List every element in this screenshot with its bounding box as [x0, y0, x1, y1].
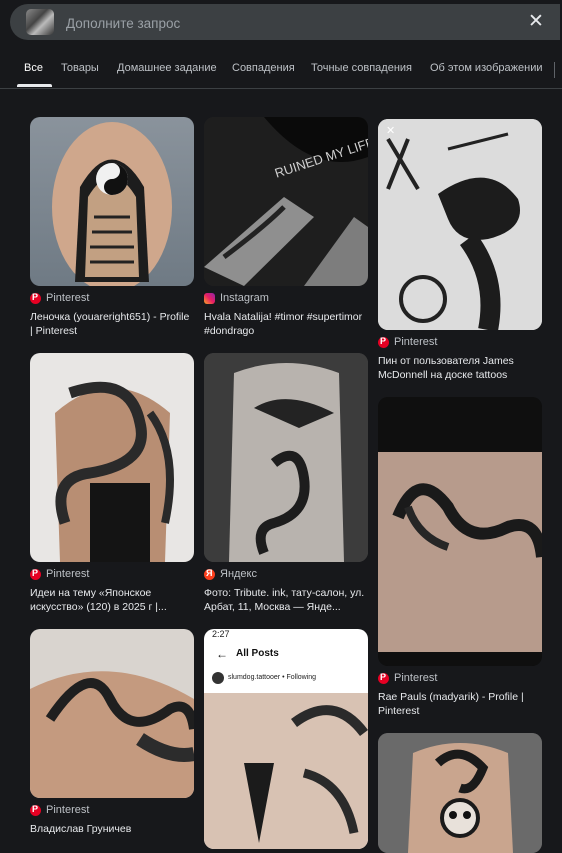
arm-snake-tattoo: [30, 671, 194, 798]
result-image[interactable]: [204, 353, 368, 562]
phone-status-time: 2:27: [212, 629, 230, 639]
back-arrow-icon: ←: [216, 647, 228, 661]
result-image[interactable]: [30, 353, 194, 562]
search-input[interactable]: [64, 4, 488, 42]
result-image[interactable]: 2:27 ← All Posts slumdog.tattooer • Foll…: [204, 629, 368, 849]
back-skull-snake-tattoo: [378, 733, 542, 853]
result-source: Pinterest: [378, 336, 542, 348]
pinterest-icon: [30, 568, 41, 580]
result-source: Pinterest: [30, 292, 194, 304]
result-card[interactable]: Pinterest Идеи на тему «Японское искусст…: [30, 353, 194, 614]
result-image[interactable]: ✕: [378, 119, 542, 330]
result-image[interactable]: [30, 117, 194, 286]
avatar: [212, 672, 224, 684]
result-card[interactable]: Pinterest Rae Pauls (madyarik) - Profile…: [378, 397, 542, 718]
tab-homework[interactable]: Домашнее задание: [117, 62, 217, 74]
forearm-snake-tattoo: RUINED MY LIFE: [204, 117, 368, 286]
phone-posts-header: All Posts: [236, 648, 279, 659]
result-title[interactable]: Владислав Груничев: [30, 822, 194, 836]
result-card[interactable]: [378, 733, 542, 853]
result-card[interactable]: ✕ Pinterest Пин от пользователя James Mc…: [378, 119, 542, 382]
filter-tabs: Все Товары Домашнее задание Совпадения Т…: [0, 58, 562, 89]
result-source: Instagram: [204, 292, 368, 304]
result-source: Pinterest: [30, 804, 194, 816]
result-image[interactable]: [30, 629, 194, 798]
back-tattoo-cobra: [52, 122, 172, 286]
pinterest-icon: [30, 804, 41, 816]
search-bar[interactable]: ✕: [10, 4, 560, 42]
tab-products[interactable]: Товары: [61, 62, 99, 74]
result-title[interactable]: Rae Pauls (madyarik) - Profile | Pintere…: [378, 690, 542, 718]
pinterest-icon: [378, 672, 389, 684]
pinterest-icon: [30, 292, 41, 304]
result-card[interactable]: RUINED MY LIFE Instagram Hvala Natalija!…: [204, 117, 368, 338]
phone-username: slumdog.tattooer • Following: [228, 674, 317, 681]
result-source: Pinterest: [30, 568, 194, 580]
result-card[interactable]: 2:27 ← All Posts slumdog.tattooer • Foll…: [204, 629, 368, 849]
chest-snake-dagger-tattoo: [204, 693, 368, 849]
result-image[interactable]: RUINED MY LIFE: [204, 117, 368, 286]
torso-snake-tattoo: [55, 381, 174, 562]
active-tab-indicator: [17, 84, 52, 87]
result-title[interactable]: Идеи на тему «Японское искусство» (120) …: [30, 586, 194, 614]
yandex-icon: [204, 568, 215, 580]
result-card[interactable]: Яндекс Фото: Tribute. ink, тату-салон, у…: [204, 353, 368, 614]
result-source: Яндекс: [204, 568, 368, 580]
tab-matches[interactable]: Совпадения: [232, 62, 295, 74]
shoulder-snake-head-tattoo: [378, 119, 542, 330]
tab-divider: [554, 62, 555, 78]
close-icon[interactable]: ✕: [526, 12, 546, 32]
dismiss-icon[interactable]: ✕: [386, 125, 398, 137]
arm-wrapped-snake-tattoo: [378, 397, 542, 666]
result-title[interactable]: Леночка (youareright651) - Profile | Pin…: [30, 310, 194, 338]
pinterest-icon: [378, 336, 389, 348]
query-image-thumbnail[interactable]: [26, 9, 54, 35]
tab-exact-matches[interactable]: Точные совпадения: [311, 62, 412, 74]
result-image[interactable]: [378, 397, 542, 666]
result-source: Pinterest: [378, 672, 542, 684]
result-card[interactable]: Pinterest Леночка (youareright651) - Pro…: [30, 117, 194, 338]
result-title[interactable]: Пин от пользователя James McDonnell на д…: [378, 354, 542, 382]
tab-all[interactable]: Все: [24, 62, 43, 74]
result-title[interactable]: Фото: Tribute. ink, тату-салон, ул. Арба…: [204, 586, 368, 614]
chest-eagle-snake-tattoo: [204, 353, 368, 562]
tab-about-image[interactable]: Об этом изображении: [430, 62, 543, 74]
result-card[interactable]: Pinterest Владислав Груничев: [30, 629, 194, 836]
instagram-icon: [204, 292, 215, 304]
result-title[interactable]: Hvala Natalija! #timor #supertimor #dond…: [204, 310, 368, 338]
result-image[interactable]: [378, 733, 542, 853]
